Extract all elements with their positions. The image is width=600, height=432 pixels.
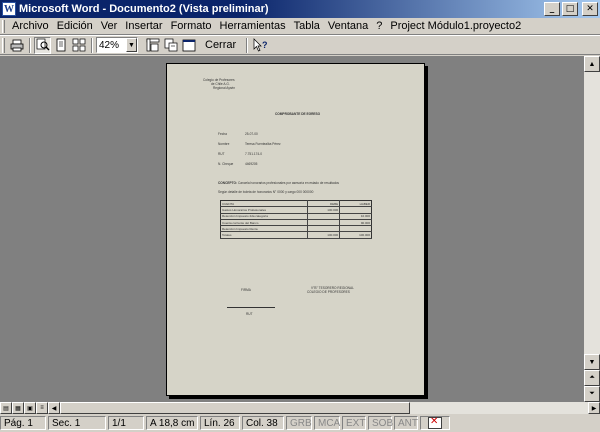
print-preview-toolbar: 42% ▼ Cerrar ? (0, 35, 600, 55)
web-view-button[interactable]: ▦ (12, 402, 24, 414)
title-bar: W Microsoft Word - Documento2 (Vista pre… (0, 0, 600, 18)
toolbar-grip[interactable] (2, 37, 5, 53)
field-value: 25-07-00 (245, 132, 258, 136)
outline-view-button[interactable]: ≡ (36, 402, 48, 414)
concept-text-2: Según detalle de boleta de honorarios N°… (218, 190, 314, 194)
status-bar: Pág. 1 Sec. 1 1/1 A 18,8 cm Lín. 26 Col.… (0, 414, 600, 432)
toolbar-separator (91, 37, 93, 53)
multiple-pages-icon (72, 38, 85, 52)
menu-ver[interactable]: Ver (97, 20, 122, 32)
toolbar-separator (246, 37, 249, 53)
printer-icon (10, 39, 23, 51)
status-page: Pág. 1 (0, 416, 46, 430)
menu-ventana[interactable]: Ventana (324, 20, 372, 32)
concept-line: CONCEPTO: Cancela honorarios profesional… (218, 181, 339, 185)
shrink-to-fit-button[interactable] (162, 37, 179, 54)
ruler-icon (146, 38, 159, 52)
word-app-icon[interactable]: W (2, 2, 16, 16)
next-page-button[interactable]: ⏷ (584, 386, 600, 402)
field-label: RUT (218, 152, 225, 156)
field-value: Teresa Fuentealba Pérez (245, 142, 281, 146)
zoom-select[interactable]: 42% ▼ (96, 37, 138, 53)
one-page-button[interactable] (52, 37, 69, 54)
scroll-up-button[interactable]: ▲ (584, 56, 600, 72)
spelling-check-icon (428, 416, 442, 429)
magnifier-button[interactable] (34, 36, 51, 54)
signature-label-right: COLEGIO DE PROFESORES (307, 290, 350, 294)
status-track-changes[interactable]: MCA (314, 416, 340, 430)
previous-page-button[interactable]: ⏶ (584, 370, 600, 386)
page-view-button[interactable]: ▣ (24, 402, 36, 414)
view-ruler-button[interactable] (144, 37, 161, 54)
table-cell: 100.000 (307, 231, 340, 239)
table-cell: Totales (220, 231, 308, 239)
table-cell: 100.000 (339, 231, 372, 239)
toolbar-separator (29, 37, 31, 53)
horizontal-scrollbar[interactable]: ▤ ▦ ▣ ≡ ◀ ▶ (0, 402, 600, 414)
concept-label: CONCEPTO: (218, 181, 238, 185)
menu-help[interactable]: ? (372, 20, 386, 32)
field-label: N. Cheque (218, 162, 234, 166)
document-title: COMPROBANTE DE EGRESO (275, 112, 321, 116)
scroll-right-button[interactable]: ▶ (588, 402, 600, 414)
field-value: 4469205 (245, 162, 258, 166)
document-page[interactable]: Colegio de Profesores de Chile A.G. Regi… (166, 63, 425, 396)
menu-project[interactable]: Project Módulo1.proyecto2 (386, 20, 525, 32)
header-line: Regional Aysén (213, 86, 236, 90)
status-line: Lín. 26 (200, 416, 240, 430)
horizontal-scroll-thumb[interactable] (60, 402, 410, 414)
scroll-down-button[interactable]: ▼ (584, 354, 600, 370)
status-language[interactable]: ANT (394, 416, 418, 430)
menu-bar: Archivo Edición Ver Insertar Formato Her… (0, 18, 600, 35)
status-position: A 18,8 cm (146, 416, 198, 430)
accounting-table: CUENTA DEBE HABER Gastos Honorarios Prof… (220, 200, 372, 239)
magnifier-icon (36, 38, 49, 51)
field-label: Nombre (218, 142, 230, 146)
close-window-button[interactable]: ✕ (582, 2, 598, 16)
maximize-button[interactable]: □ (562, 2, 578, 16)
minimize-button[interactable]: _ (544, 2, 560, 16)
chevron-down-icon[interactable]: ▼ (126, 38, 137, 52)
normal-view-button[interactable]: ▤ (0, 402, 12, 414)
status-column: Col. 38 (242, 416, 284, 430)
menu-tabla[interactable]: Tabla (290, 20, 324, 32)
status-page-of: 1/1 (108, 416, 144, 430)
horizontal-scroll-track[interactable] (410, 402, 588, 414)
menubar-grip[interactable] (2, 19, 5, 33)
zoom-value: 42% (99, 39, 120, 51)
signature-label-bottom: RUT (246, 312, 253, 316)
menu-edicion[interactable]: Edición (53, 20, 97, 32)
scroll-left-button[interactable]: ◀ (48, 402, 60, 414)
table-row: Totales 100.000 100.000 (220, 231, 372, 239)
svg-text:?: ? (262, 40, 268, 50)
status-section: Sec. 1 (48, 416, 106, 430)
signature-label-left: FIRMA (241, 288, 251, 292)
one-page-icon (56, 38, 65, 52)
status-record-macro[interactable]: GRB (286, 416, 312, 430)
vertical-scrollbar[interactable]: ▲ ▼ ⏶ ⏷ (584, 56, 600, 402)
field-label: Fecha (218, 132, 227, 136)
full-screen-icon (182, 39, 195, 51)
status-extend[interactable]: EXT (342, 416, 366, 430)
menu-herramientas[interactable]: Herramientas (216, 20, 290, 32)
signature-line (227, 307, 275, 308)
context-help-icon: ? (253, 38, 268, 52)
close-preview-button[interactable]: Cerrar (200, 37, 241, 54)
field-value: 7.751.174-0 (245, 152, 263, 156)
full-screen-button[interactable] (180, 37, 197, 54)
status-overtype[interactable]: SOB (368, 416, 393, 430)
context-help-button[interactable]: ? (251, 37, 268, 54)
menu-archivo[interactable]: Archivo (8, 20, 53, 32)
print-button[interactable] (8, 37, 25, 54)
concept-text: Cancela honorarios profesionales por ase… (237, 181, 339, 185)
window-title: Microsoft Word - Documento2 (Vista preli… (19, 3, 269, 15)
spelling-status[interactable] (420, 416, 450, 430)
shrink-to-fit-icon (164, 38, 177, 52)
menu-formato[interactable]: Formato (167, 20, 216, 32)
menu-insertar[interactable]: Insertar (121, 20, 166, 32)
multiple-pages-button[interactable] (70, 37, 87, 54)
